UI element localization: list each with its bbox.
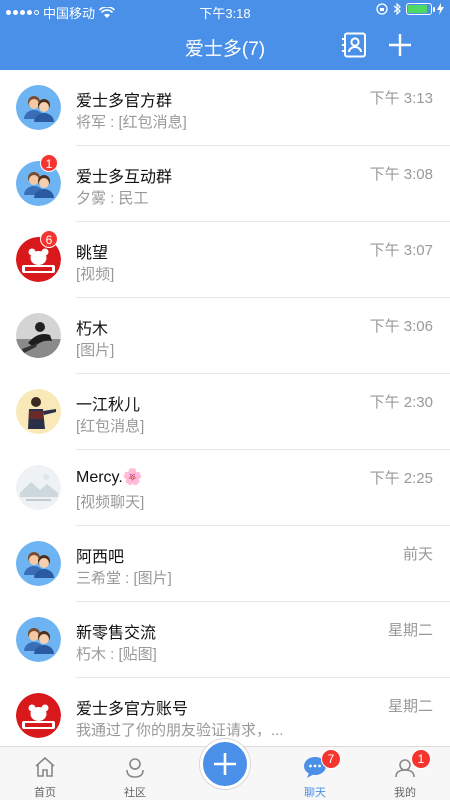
chat-preview: [视频] [76,266,115,283]
chat-item[interactable]: 一江秋儿 下午 2:30 [红包消息] [0,374,450,450]
plus-icon [214,753,236,775]
charging-icon [437,3,444,15]
chat-preview: [红包消息] [76,418,145,435]
chat-name: 一江秋儿 [76,397,141,414]
tab-label: 社区 [124,787,146,799]
chat-name: 爱士多互动群 [76,169,173,186]
tab-community[interactable]: 社区 [90,747,180,800]
compose-button[interactable] [200,739,250,789]
tab-me[interactable]: 1 我的 [360,747,450,800]
battery-icon [406,3,435,15]
tab-label: 聊天 [304,787,326,799]
chat-time: 下午 2:25 [369,470,433,487]
chat-preview: [图片] [76,342,115,359]
chat-name: 阿西吧 [76,549,125,566]
photo-avatar [16,389,61,434]
chat-item[interactable]: 新零售交流 星期二 朽木 : [贴图] [0,602,450,678]
group-avatar [16,85,61,130]
unread-badge: 6 [40,230,58,248]
status-bar: 中国移动 下午3:18 [0,0,450,22]
app-header: 中国移动 下午3:18 爱士多(7) [0,0,450,70]
unread-badge: 1 [411,749,431,769]
contacts-icon[interactable] [340,31,368,59]
chat-item[interactable]: 1 爱士多互动群 下午 3:08 夕雾 : 民工 [0,146,450,222]
chat-list: 爱士多官方群 下午 3:13 将军 : [红包消息] 1 爱士多互动群 下午 3… [0,70,450,746]
photo-avatar [16,465,61,510]
chat-name: 新零售交流 [76,625,157,642]
photo-avatar [16,313,61,358]
unread-badge: 7 [321,749,341,769]
status-icons [376,3,444,15]
chat-time: 下午 3:13 [369,90,433,107]
chat-time: 下午 2:30 [369,394,433,411]
chat-time: 前天 [402,546,433,563]
chat-item[interactable]: 阿西吧 前天 三希堂 : [图片] [0,526,450,602]
chat-time: 下午 3:08 [369,166,433,183]
tab-label: 首页 [34,787,56,799]
chat-item[interactable]: 6 眺望 下午 3:07 [视频] [0,222,450,298]
add-icon[interactable] [386,31,414,59]
chat-time: 下午 3:06 [369,318,433,335]
chat-preview: [视频聊天] [76,494,145,511]
tab-home[interactable]: 首页 [0,747,90,800]
chat-preview: 我通过了你的朋友验证请求，... [76,722,284,739]
chat-name: Mercy.🌸 [76,469,143,486]
chat-preview: 夕雾 : 民工 [76,190,149,207]
home-icon [35,756,55,777]
community-icon [126,758,144,778]
chat-preview: 三希堂 : [图片] [76,570,172,587]
unread-badge: 1 [40,154,58,172]
page-title: 爱士多(7) [184,39,266,60]
chat-item[interactable]: Mercy.🌸 下午 2:25 [视频聊天] [0,450,450,526]
bluetooth-icon [393,3,401,15]
chat-name: 朽木 [76,321,109,338]
chat-time: 星期二 [387,698,433,715]
chat-item[interactable]: 朽木 下午 3:06 [图片] [0,298,450,374]
tab-chat[interactable]: 7 聊天 [270,747,360,800]
chat-name: 眺望 [76,245,109,262]
chat-item[interactable]: 爱士多官方账号 星期二 我通过了你的朋友验证请求，... [0,678,450,746]
group-avatar [16,541,61,586]
chat-item[interactable]: 爱士多官方群 下午 3:13 将军 : [红包消息] [0,70,450,146]
chat-name: 爱士多官方账号 [76,701,189,718]
chat-name: 爱士多官方群 [76,93,173,110]
rotation-lock-icon [376,3,388,15]
chat-preview: 朽木 : [贴图] [76,646,157,663]
chat-time: 下午 3:07 [369,242,433,259]
store-logo-avatar [16,693,61,738]
chat-time: 星期二 [387,622,433,639]
group-avatar [16,617,61,662]
chat-preview: 将军 : [红包消息] [76,114,187,131]
tab-label: 我的 [394,787,416,799]
